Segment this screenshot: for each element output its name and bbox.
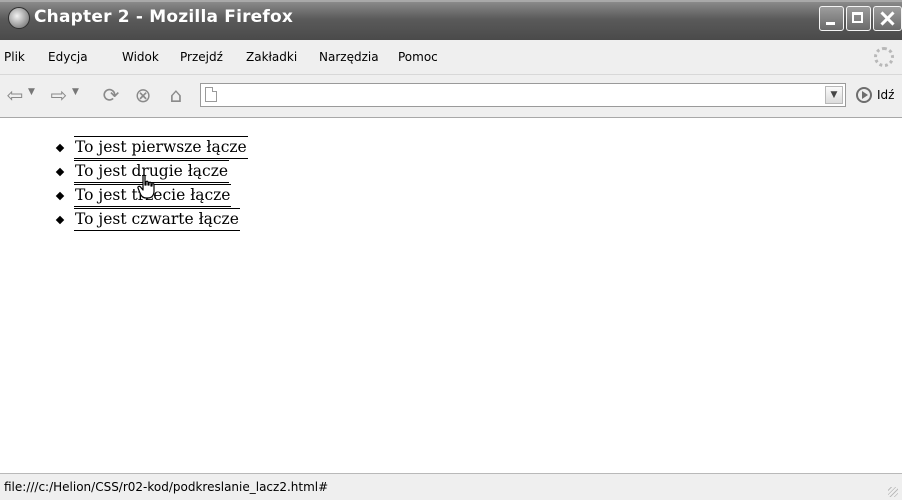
browser-window: Chapter 2 - Mozilla Firefox Plik Edycja … bbox=[0, 0, 902, 500]
bullet-icon bbox=[55, 191, 65, 201]
menu-item-przejdz[interactable]: Przejdź bbox=[180, 50, 223, 64]
firefox-logo-icon bbox=[8, 7, 30, 29]
url-history-dropdown-icon[interactable]: ▼ bbox=[825, 86, 843, 104]
menu-item-pomoc[interactable]: Pomoc bbox=[398, 50, 438, 64]
page-icon bbox=[205, 87, 217, 102]
list-item: To jest czwarte łącze bbox=[55, 208, 248, 232]
maximize-button[interactable] bbox=[846, 6, 871, 31]
menu-bar: Plik Edycja Widok Przejdź Zakładki Narzę… bbox=[0, 40, 902, 75]
home-icon[interactable]: ⌂ bbox=[164, 83, 188, 107]
go-icon[interactable] bbox=[856, 87, 872, 103]
bullet-icon bbox=[55, 143, 65, 153]
window-title: Chapter 2 - Mozilla Firefox bbox=[34, 7, 294, 27]
navigation-toolbar: ⇦ ▼ ⇨ ▼ ⟳ ⊗ ⌂ ▼ Idź bbox=[0, 75, 902, 118]
menu-item-widok[interactable]: Widok bbox=[122, 50, 159, 64]
stop-icon[interactable]: ⊗ bbox=[132, 83, 154, 107]
forward-arrow-icon[interactable]: ⇨ bbox=[48, 83, 70, 107]
activity-throbber-icon bbox=[874, 47, 894, 67]
menu-item-zakladki[interactable]: Zakładki bbox=[246, 50, 297, 64]
close-button[interactable] bbox=[873, 6, 902, 31]
back-arrow-icon[interactable]: ⇦ bbox=[4, 83, 26, 107]
list-item: To jest pierwsze łącze bbox=[55, 136, 248, 160]
bullet-icon bbox=[55, 215, 65, 225]
forward-dropdown-icon[interactable]: ▼ bbox=[72, 87, 79, 97]
status-url-text: file:///c:/Helion/CSS/r02-kod/podkreslan… bbox=[4, 480, 329, 494]
minimize-button[interactable] bbox=[819, 6, 844, 31]
menu-item-narzedzia[interactable]: Narzędzia bbox=[319, 50, 379, 64]
menu-item-edycja[interactable]: Edycja bbox=[48, 50, 88, 64]
back-dropdown-icon[interactable]: ▼ bbox=[28, 87, 35, 97]
link-first[interactable]: To jest pierwsze łącze bbox=[74, 136, 248, 159]
bullet-icon bbox=[55, 167, 65, 177]
address-bar[interactable]: ▼ bbox=[200, 83, 846, 107]
title-bar[interactable]: Chapter 2 - Mozilla Firefox bbox=[0, 0, 902, 40]
page-content: To jest pierwsze łącze To jest drugie łą… bbox=[0, 118, 902, 472]
reload-icon[interactable]: ⟳ bbox=[100, 83, 122, 107]
resize-grip-icon[interactable] bbox=[888, 487, 898, 497]
menu-item-plik[interactable]: Plik bbox=[4, 50, 25, 64]
link-fourth[interactable]: To jest czwarte łącze bbox=[74, 208, 240, 231]
hand-cursor-icon bbox=[137, 174, 155, 199]
go-button-label[interactable]: Idź bbox=[877, 88, 894, 102]
status-bar: file:///c:/Helion/CSS/r02-kod/podkreslan… bbox=[0, 473, 902, 500]
